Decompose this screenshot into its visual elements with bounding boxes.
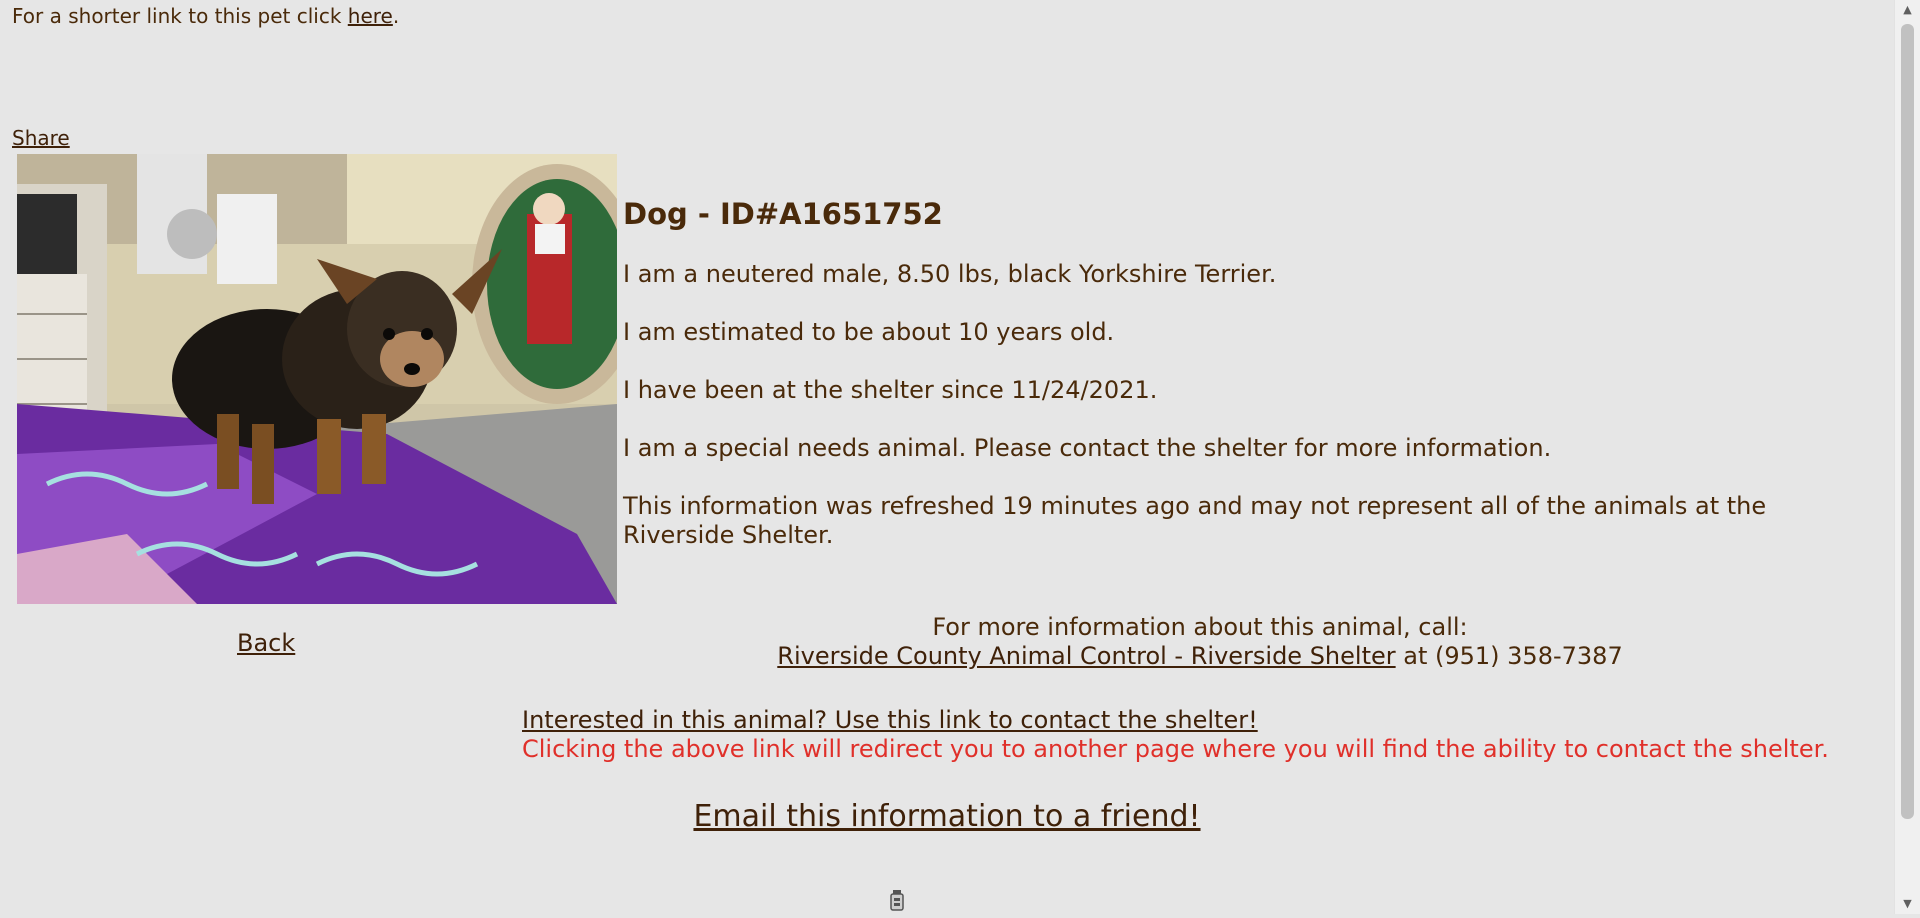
animal-age: I am estimated to be about 10 years old. xyxy=(623,318,1115,346)
interest-block: Interested in this animal? Use this link… xyxy=(522,706,1829,764)
animal-intake-date: I have been at the shelter since 11/24/2… xyxy=(623,376,1158,404)
scroll-up-arrow-icon[interactable]: ▲ xyxy=(1895,0,1920,20)
contact-block: For more information about this animal, … xyxy=(520,613,1880,671)
pet-photo xyxy=(17,154,617,604)
page-scrollbar[interactable]: ▲ ▼ xyxy=(1894,0,1920,914)
short-link-prefix: For a shorter link to this pet click xyxy=(12,4,348,28)
contact-intro: For more information about this animal, … xyxy=(932,613,1468,641)
short-link-here[interactable]: here xyxy=(348,4,393,28)
animal-title: Dog - ID#A1651752 xyxy=(623,197,943,231)
refresh-notice: This information was refreshed 19 minute… xyxy=(623,492,1767,549)
loading-spinner-icon xyxy=(888,888,906,914)
pet-detail-page: For a shorter link to this pet click her… xyxy=(0,0,1895,914)
short-link-line: For a shorter link to this pet click her… xyxy=(12,4,399,28)
back-link[interactable]: Back xyxy=(237,629,295,657)
email-block: Email this information to a friend! xyxy=(522,797,1372,837)
email-friend-link[interactable]: Email this information to a friend! xyxy=(693,799,1200,834)
short-link-suffix: . xyxy=(392,4,400,28)
shelter-link[interactable]: Riverside County Animal Control - Rivers… xyxy=(777,642,1395,670)
scroll-thumb[interactable] xyxy=(1901,24,1914,819)
share-link[interactable]: Share xyxy=(12,126,70,150)
animal-info: Dog - ID#A1651752 I am a neutered male, … xyxy=(623,196,1853,579)
animal-special-needs: I am a special needs animal. Please cont… xyxy=(623,434,1552,462)
contact-line: Riverside County Animal Control - Rivers… xyxy=(520,642,1880,671)
redirect-note: Clicking the above link will redirect yo… xyxy=(522,735,1829,763)
animal-description: I am a neutered male, 8.50 lbs, black Yo… xyxy=(623,260,1277,288)
shelter-phone: at (951) 358-7387 xyxy=(1395,642,1623,670)
scroll-down-arrow-icon[interactable]: ▼ xyxy=(1895,894,1920,914)
contact-shelter-link[interactable]: Interested in this animal? Use this link… xyxy=(522,706,1258,734)
